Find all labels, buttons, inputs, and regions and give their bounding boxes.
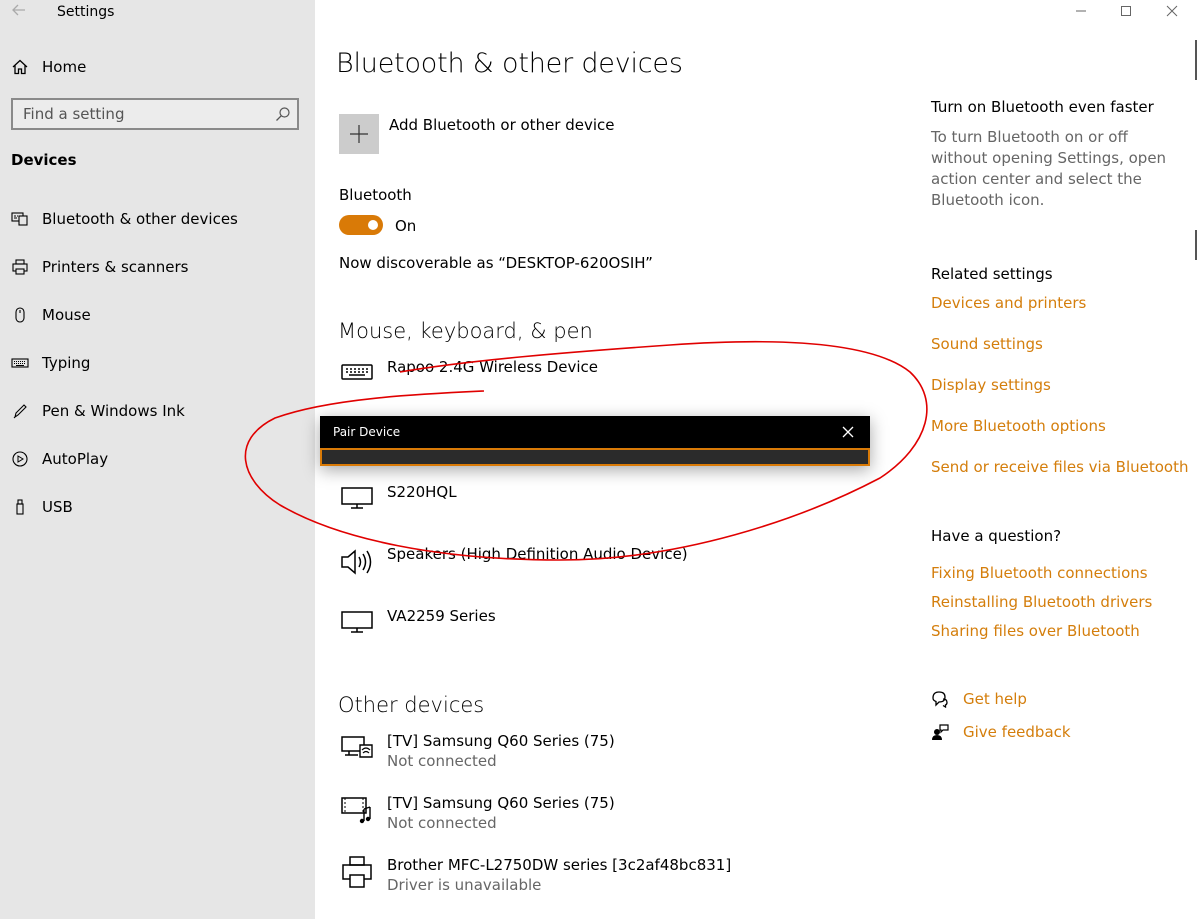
autoplay-icon: [11, 450, 29, 468]
maximize-button[interactable]: [1103, 0, 1149, 22]
give-feedback-label: Give feedback: [963, 723, 1071, 741]
back-button[interactable]: [9, 2, 29, 18]
sidebar-item-label: Bluetooth & other devices: [42, 210, 238, 228]
add-device-button[interactable]: [339, 114, 379, 154]
bluetooth-toggle[interactable]: [339, 215, 383, 235]
device-name: Brother MFC-L2750DW series [3c2af48bc831…: [387, 856, 732, 874]
device-item[interactable]: VA2259 Series: [339, 606, 496, 642]
device-item[interactable]: Rapoo 2.4G Wireless Device: [339, 357, 598, 393]
sidebar-item-label: Typing: [42, 354, 91, 372]
close-icon[interactable]: [842, 426, 854, 438]
device-name: S220HQL: [387, 483, 457, 501]
page-title: Bluetooth & other devices: [336, 48, 683, 79]
link-devices-printers[interactable]: Devices and printers: [931, 294, 1086, 312]
sidebar-item-mouse[interactable]: Mouse: [11, 304, 91, 326]
speaker-icon: [339, 544, 375, 580]
give-feedback-link[interactable]: Give feedback: [931, 723, 1071, 741]
device-name: Speakers (High Definition Audio Device): [387, 545, 688, 563]
dialog-title: Pair Device: [333, 425, 401, 439]
close-window-button[interactable]: [1149, 0, 1195, 22]
wireless-display-icon: [339, 731, 375, 767]
toggle-knob: [368, 220, 378, 230]
related-settings-heading: Related settings: [931, 265, 1053, 283]
faster-description: To turn Bluetooth on or off without open…: [931, 128, 1167, 209]
device-item[interactable]: Brother MFC-L2750DW series [3c2af48bc831…: [339, 855, 731, 895]
link-more-bluetooth[interactable]: More Bluetooth options: [931, 417, 1106, 435]
faster-heading: Turn on Bluetooth even faster: [931, 98, 1154, 116]
discoverable-text: Now discoverable as “DESKTOP-620OSIH”: [339, 254, 653, 272]
plus-icon: [350, 125, 368, 143]
device-status: Driver is unavailable: [387, 876, 542, 894]
link-fixing-bluetooth[interactable]: Fixing Bluetooth connections: [931, 564, 1148, 582]
device-item[interactable]: Speakers (High Definition Audio Device): [339, 544, 688, 580]
maximize-icon: [1121, 6, 1131, 16]
link-send-receive-files[interactable]: Send or receive files via Bluetooth: [931, 458, 1189, 476]
sidebar-item-autoplay[interactable]: AutoPlay: [11, 448, 108, 470]
dialog-body: [320, 448, 870, 466]
search-input[interactable]: [13, 100, 263, 128]
device-item[interactable]: [TV] Samsung Q60 Series (75) Not connect…: [339, 731, 615, 771]
close-icon: [1166, 5, 1178, 17]
question-heading: Have a question?: [931, 527, 1062, 545]
device-name: VA2259 Series: [387, 607, 496, 625]
device-status: Not connected: [387, 752, 497, 770]
device-item[interactable]: S220HQL: [339, 482, 457, 518]
sidebar-item-printers[interactable]: Printers & scanners: [11, 256, 188, 278]
device-item[interactable]: [TV] Samsung Q60 Series (75) Not connect…: [339, 793, 615, 833]
device-status: Not connected: [387, 814, 497, 832]
section-heading-mouse: Mouse, keyboard, & pen: [338, 319, 593, 343]
minimize-icon: [1076, 10, 1086, 12]
sidebar-item-bluetooth[interactable]: Bluetooth & other devices: [11, 208, 238, 230]
device-name: [TV] Samsung Q60 Series (75): [387, 794, 615, 812]
sidebar-item-label: USB: [42, 498, 73, 516]
get-help-link[interactable]: Get help: [931, 690, 1027, 708]
section-heading-devices: Devices: [11, 151, 77, 169]
monitor-icon: [339, 482, 375, 518]
app-title: Settings: [57, 4, 115, 20]
bluetooth-devices-icon: [11, 210, 29, 228]
link-sharing-files[interactable]: Sharing files over Bluetooth: [931, 622, 1140, 640]
sidebar: Settings Home Devices Bluetooth & other …: [0, 0, 315, 919]
feedback-icon: [932, 724, 949, 740]
monitor-icon: [339, 606, 375, 642]
sidebar-item-pen[interactable]: Pen & Windows Ink: [11, 400, 185, 422]
mouse-icon: [11, 306, 29, 324]
search-icon[interactable]: [275, 106, 291, 122]
chat-help-icon: [932, 691, 948, 708]
sidebar-item-usb[interactable]: USB: [11, 496, 73, 518]
sidebar-home[interactable]: Home: [11, 56, 86, 78]
sidebar-item-label: Printers & scanners: [42, 258, 189, 276]
minimize-button[interactable]: [1058, 0, 1104, 22]
get-help-label: Get help: [963, 690, 1027, 708]
link-reinstalling-drivers[interactable]: Reinstalling Bluetooth drivers: [931, 593, 1152, 611]
search-box[interactable]: [11, 98, 299, 130]
keyboard-icon: [339, 357, 375, 393]
home-label: Home: [42, 58, 87, 76]
bluetooth-label: Bluetooth: [339, 186, 412, 204]
device-name: Rapoo 2.4G Wireless Device: [387, 358, 599, 376]
bluetooth-state: On: [395, 217, 417, 235]
link-sound-settings[interactable]: Sound settings: [931, 335, 1043, 353]
link-display-settings[interactable]: Display settings: [931, 376, 1051, 394]
sidebar-item-label: Mouse: [42, 306, 91, 324]
sidebar-item-label: Pen & Windows Ink: [42, 402, 185, 420]
printer-icon: [11, 258, 29, 276]
home-icon: [12, 59, 28, 75]
printer-icon: [339, 855, 375, 891]
back-arrow-icon: [12, 4, 25, 16]
scroll-edge: [1192, 40, 1197, 260]
sidebar-item-typing[interactable]: Typing: [11, 352, 90, 374]
usb-icon: [11, 498, 29, 516]
add-device-label[interactable]: Add Bluetooth or other device: [389, 116, 615, 134]
keyboard-icon: [11, 354, 29, 372]
device-name: [TV] Samsung Q60 Series (75): [387, 732, 615, 750]
pen-icon: [11, 402, 29, 420]
sidebar-item-label: AutoPlay: [42, 450, 109, 468]
media-device-icon: [339, 793, 375, 829]
pair-device-dialog[interactable]: Pair Device: [320, 416, 870, 466]
section-heading-other: Other devices: [338, 693, 485, 717]
